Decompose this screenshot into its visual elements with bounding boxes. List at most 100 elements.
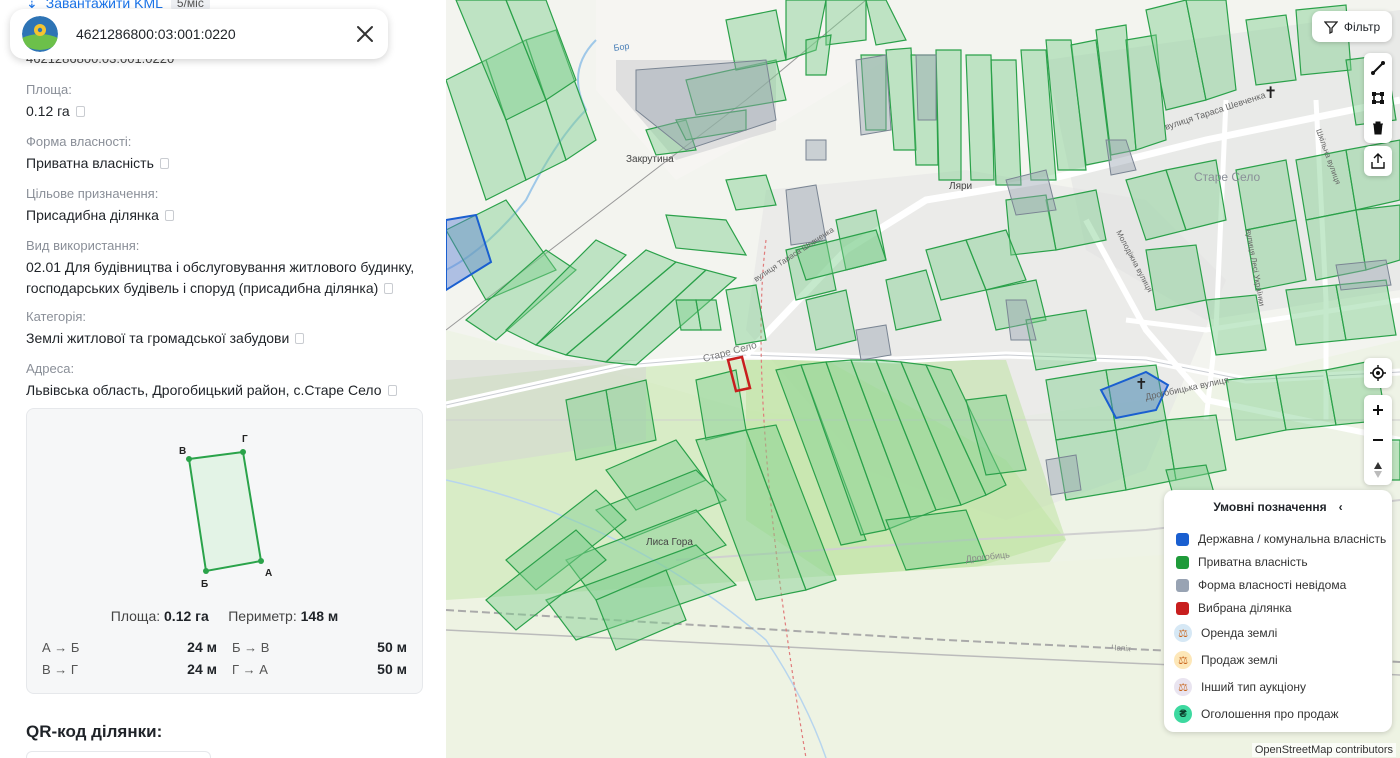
vertex-point bbox=[186, 456, 192, 462]
perimeter-label: Периметр: bbox=[228, 608, 297, 624]
parcel-shape-card: В Г Б А Площа: 0.12 га Периметр: 148 м А… bbox=[26, 408, 423, 694]
parcel-outline bbox=[187, 450, 263, 573]
legend-label: Інший тип аукціону bbox=[1201, 680, 1306, 694]
usage-value: 02.01 Для будівництва і обслуговування ж… bbox=[26, 259, 415, 296]
legend-item: Приватна власність bbox=[1176, 555, 1308, 569]
qr-code-title: QR-код ділянки: bbox=[26, 722, 163, 741]
place-label: Лиса Гора bbox=[646, 537, 693, 548]
copy-icon[interactable] bbox=[159, 158, 169, 169]
legend-label: Оголошення про продаж bbox=[1201, 707, 1339, 721]
legend-label: Приватна власність bbox=[1198, 555, 1308, 569]
zoom-in-icon[interactable] bbox=[1364, 395, 1392, 425]
address-value: Львівська область, Дрогобицький район, с… bbox=[26, 382, 382, 398]
legend-label: Продаж землі bbox=[1201, 653, 1278, 667]
copy-icon[interactable] bbox=[387, 385, 397, 396]
measure-line-icon[interactable] bbox=[1364, 53, 1392, 83]
legend-swatch bbox=[1176, 532, 1189, 546]
auction-icon: ⚖ bbox=[1174, 678, 1192, 696]
side-length: 24 м bbox=[187, 639, 217, 655]
area-value: 0.12 га bbox=[26, 103, 70, 119]
draw-tools bbox=[1364, 53, 1392, 143]
address-field: Адреса: Львівська область, Дрогобицький … bbox=[26, 360, 421, 401]
legend-toggle[interactable]: Умовні позначення ‹ bbox=[1164, 500, 1392, 514]
side-name: А → Б bbox=[42, 640, 80, 655]
cadastral-map[interactable]: ✝ ✝ Закрутина Ляри Старе Село Лиса Гора … bbox=[446, 0, 1400, 758]
zoom-out-icon[interactable] bbox=[1364, 425, 1392, 455]
legend-label: Оренда землі bbox=[1201, 626, 1278, 640]
legend-label: Вибрана ділянка bbox=[1198, 601, 1292, 615]
legend-label: Державна / комунальна власність bbox=[1198, 532, 1387, 546]
trash-icon[interactable] bbox=[1364, 113, 1392, 143]
vertex-point bbox=[203, 568, 209, 574]
share-icon[interactable] bbox=[1364, 146, 1392, 176]
place-label: Закрутина bbox=[626, 154, 674, 165]
hryvnia-icon: ₴ bbox=[1174, 705, 1192, 723]
category-field: Категорія: Землі житлової та громадської… bbox=[26, 308, 421, 349]
ownership-label: Форма власності: bbox=[26, 134, 132, 149]
auction-icon: ⚖ bbox=[1174, 624, 1192, 642]
shape-summary: Площа: 0.12 га Периметр: 148 м bbox=[27, 608, 422, 624]
map-attribution[interactable]: OpenStreetMap contributors bbox=[1251, 743, 1396, 757]
legend-item: Державна / комунальна власність bbox=[1176, 532, 1386, 546]
area-label: Площа: bbox=[26, 82, 72, 97]
search-input[interactable]: 4621286800:03:001:0220 bbox=[76, 26, 354, 42]
vertex-label: В bbox=[179, 446, 186, 457]
legend-label: Форма власності невідома bbox=[1198, 578, 1347, 592]
side-name: Г → А bbox=[232, 662, 268, 677]
compass-icon[interactable] bbox=[1364, 455, 1392, 485]
close-icon[interactable] bbox=[354, 23, 376, 45]
parcel-info-panel: ⇣ Завантажити KML 5/міс 4621286800:03:00… bbox=[0, 0, 446, 758]
legend-swatch bbox=[1176, 578, 1189, 592]
place-label: Ляри bbox=[949, 181, 972, 192]
perimeter-value: 148 м bbox=[300, 608, 339, 624]
vertex-point bbox=[258, 558, 264, 564]
area-summary-value: 0.12 га bbox=[164, 608, 209, 624]
side-length: 50 м bbox=[377, 639, 407, 655]
legend-item: ₴ Оголошення про продаж bbox=[1174, 705, 1339, 723]
vertex-label: Г bbox=[242, 434, 248, 445]
filter-button[interactable]: Фільтр bbox=[1312, 11, 1392, 42]
vertex-label: А bbox=[265, 568, 272, 579]
address-label: Адреса: bbox=[26, 361, 75, 376]
polygon-draw-icon[interactable] bbox=[1364, 83, 1392, 113]
map-legend: Умовні позначення ‹ Державна / комунальн… bbox=[1164, 490, 1392, 732]
area-field: Площа: 0.12 га bbox=[26, 81, 421, 122]
legend-item: ⚖ Оренда землі bbox=[1174, 624, 1278, 642]
place-label: Чапік bbox=[1111, 643, 1131, 653]
legend-item: ⚖ Інший тип аукціону bbox=[1174, 678, 1306, 696]
copy-icon[interactable] bbox=[75, 106, 85, 117]
purpose-label: Цільове призначення: bbox=[26, 186, 159, 201]
copy-icon[interactable] bbox=[384, 283, 394, 294]
category-label: Категорія: bbox=[26, 309, 87, 324]
ownership-value: Приватна власність bbox=[26, 155, 154, 171]
ownership-field: Форма власності: Приватна власність bbox=[26, 133, 421, 174]
locate-icon[interactable] bbox=[1364, 358, 1392, 388]
app-logo-icon bbox=[22, 16, 58, 52]
qr-code-box bbox=[26, 751, 211, 758]
filter-icon bbox=[1323, 20, 1338, 34]
area-summary-label: Площа: bbox=[110, 608, 161, 624]
legend-swatch bbox=[1176, 601, 1189, 615]
side-name: Б → В bbox=[232, 640, 270, 655]
zoom-controls bbox=[1364, 395, 1392, 485]
parcel-shape-diagram: В Г Б А bbox=[179, 434, 272, 590]
side-length: 50 м bbox=[377, 661, 407, 677]
category-value: Землі житлової та громадської забудови bbox=[26, 330, 290, 346]
purpose-field: Цільове призначення: Присадибна ділянка bbox=[26, 185, 421, 226]
copy-icon[interactable] bbox=[164, 210, 174, 221]
vertex-label: Б bbox=[201, 579, 208, 590]
purpose-value: Присадибна ділянка bbox=[26, 207, 159, 223]
side-length: 24 м bbox=[187, 661, 217, 677]
church-icon: ✝ bbox=[1135, 376, 1148, 393]
search-card: 4621286800:03:001:0220 bbox=[10, 9, 388, 59]
usage-label: Вид використання: bbox=[26, 238, 140, 253]
legend-item: Форма власності невідома bbox=[1176, 578, 1346, 592]
legend-swatch bbox=[1176, 555, 1189, 569]
vertex-point bbox=[240, 449, 246, 455]
copy-icon[interactable] bbox=[295, 333, 305, 344]
chevron-left-icon: ‹ bbox=[1338, 500, 1343, 514]
filter-label: Фільтр bbox=[1343, 19, 1381, 34]
side-name: В → Г bbox=[42, 662, 78, 677]
auction-icon: ⚖ bbox=[1174, 651, 1192, 669]
legend-item: Вибрана ділянка bbox=[1176, 601, 1292, 615]
